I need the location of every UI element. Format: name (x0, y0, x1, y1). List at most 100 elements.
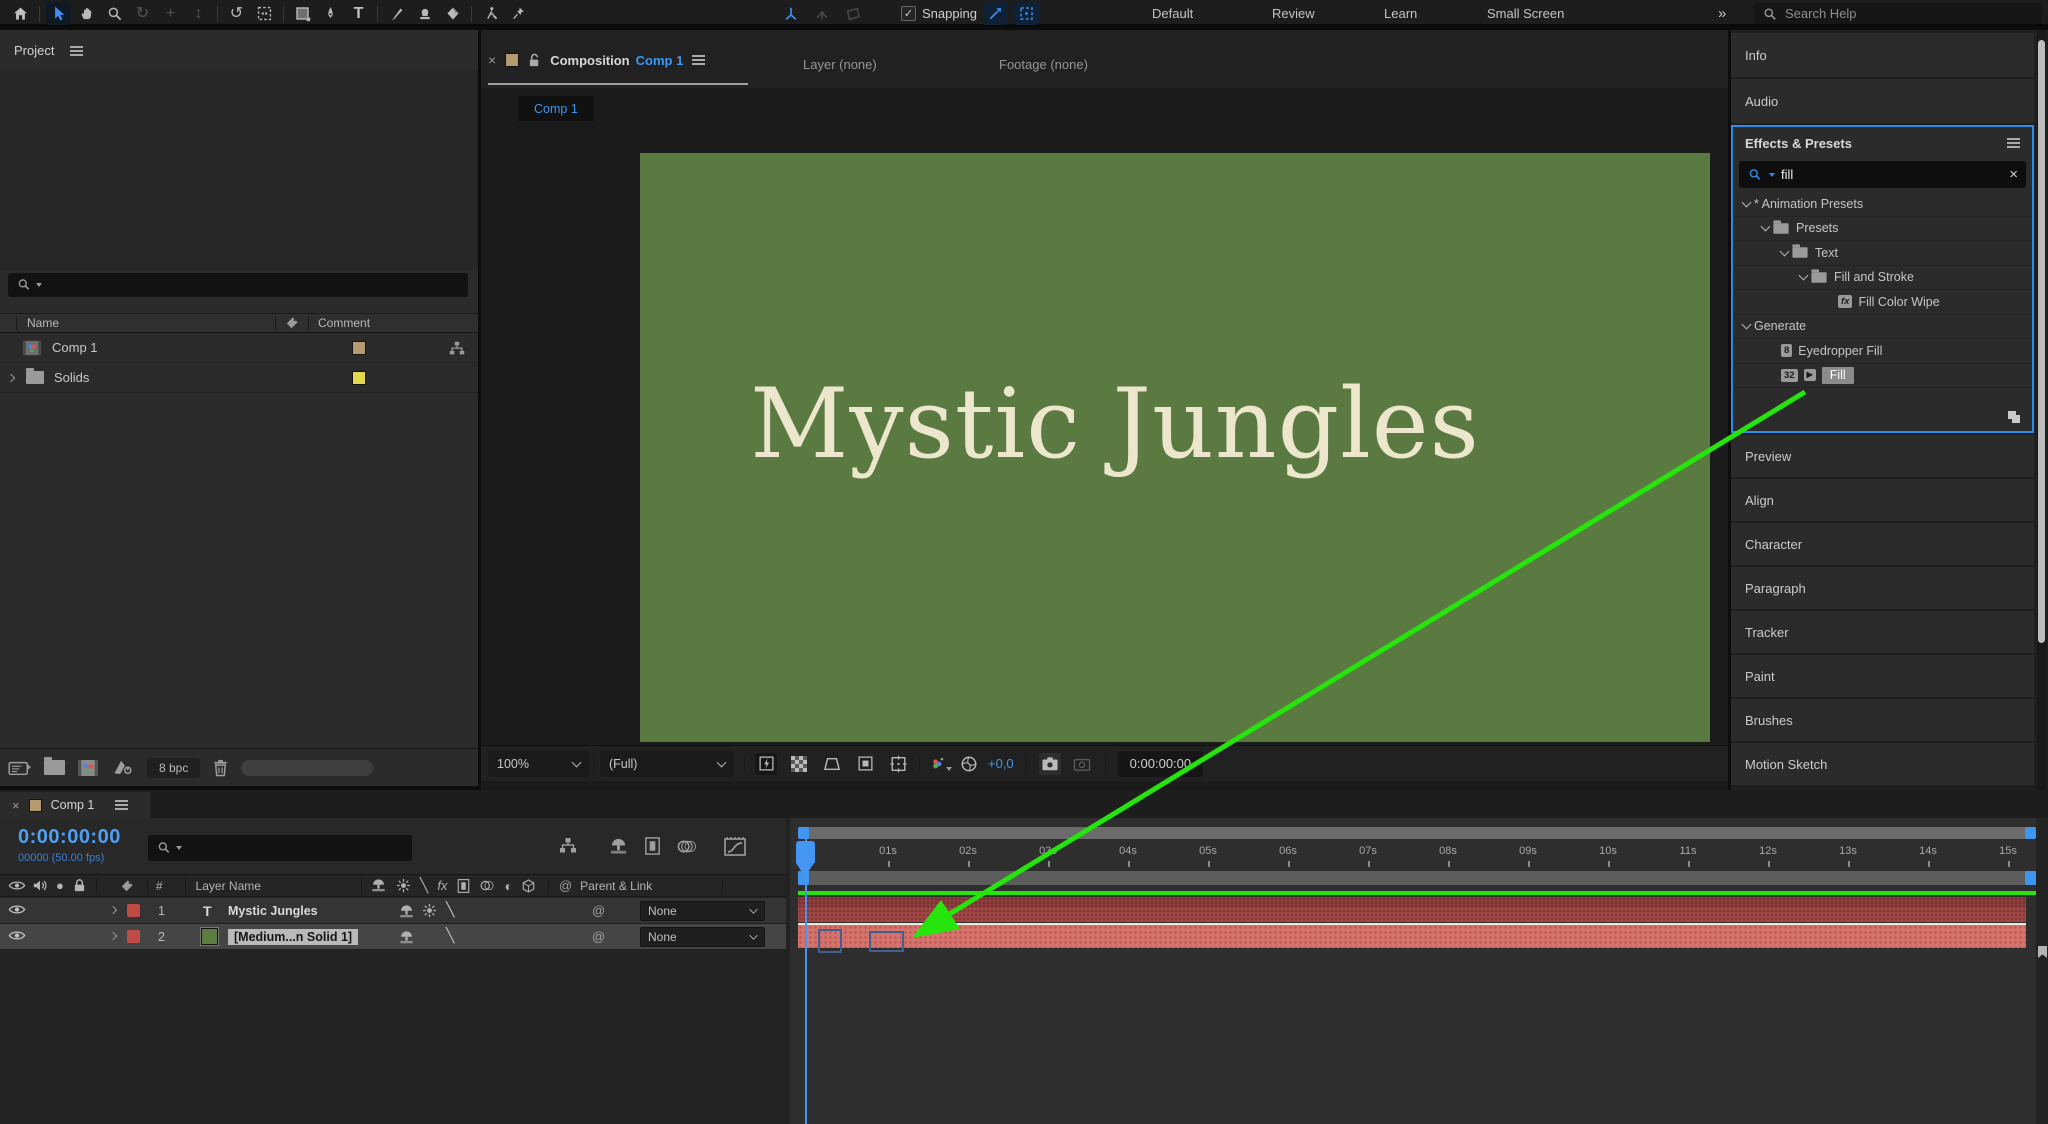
sidebar-panel-header[interactable]: Align (1731, 479, 2034, 521)
home-tool[interactable] (8, 2, 33, 25)
composition-tab-label[interactable]: Composition (550, 53, 629, 68)
sidebar-panel-header[interactable]: Brushes (1731, 699, 2034, 741)
layer-quality-switch[interactable]: ╲ (446, 927, 454, 944)
navigator-start-handle[interactable] (798, 827, 809, 839)
project-item-comp1[interactable]: Comp 1 (0, 333, 478, 363)
time-ruler[interactable]: 0s 01s 02s 03s 04s 05s 06s 07s 08s (790, 839, 2036, 869)
render-engine-icon[interactable] (111, 758, 135, 777)
workspace-tab-default[interactable]: Default (1152, 0, 1193, 27)
adjustment-layer-switch-icon[interactable]: ◐ (504, 878, 512, 894)
panel-scrollbar[interactable] (241, 759, 374, 776)
motion-blur-switch-icon[interactable] (479, 878, 496, 893)
close-icon[interactable]: × (488, 52, 496, 68)
clear-search-icon[interactable]: × (2009, 166, 2018, 183)
playhead-line[interactable] (805, 839, 807, 1124)
zoom-tool[interactable] (102, 2, 127, 25)
collapse-chevron-icon[interactable] (1779, 246, 1790, 257)
parent-dropdown[interactable]: None (640, 901, 765, 921)
effects-tree-row[interactable]: Presets (1733, 217, 2032, 241)
comp-color-swatch[interactable] (505, 53, 520, 67)
puppet-pin-tool[interactable] (506, 2, 531, 25)
close-icon[interactable]: × (12, 798, 20, 813)
column-comment[interactable]: Comment (318, 316, 370, 330)
layer-visibility-eye-icon[interactable] (8, 903, 26, 916)
project-item-label[interactable]: Comp 1 (52, 340, 98, 355)
panel-menu-icon[interactable] (692, 59, 706, 61)
hand-tool[interactable] (74, 2, 99, 25)
show-snapshot-icon[interactable] (1071, 753, 1093, 775)
layer-row[interactable]: 1 T Mystic Jungles ╲ @ None (0, 898, 786, 924)
eraser-tool[interactable] (440, 2, 465, 25)
layer-label-color[interactable] (127, 904, 140, 917)
trash-icon[interactable] (212, 758, 229, 777)
effects-tree-row[interactable]: Text (1733, 241, 2032, 266)
interpret-footage-icon[interactable] (8, 759, 32, 777)
collapse-chevron-icon[interactable] (1741, 319, 1752, 330)
panel-menu-icon[interactable] (115, 804, 129, 806)
transparency-grid-icon[interactable] (788, 753, 810, 775)
effects-tree-label[interactable]: Presets (1796, 221, 1838, 235)
parent-dropdown[interactable]: None (640, 927, 765, 947)
workspace-overflow-chevrons[interactable]: » (1718, 0, 1726, 27)
pan-camera-tool[interactable]: + (158, 2, 183, 25)
camera-tool[interactable] (252, 2, 277, 25)
current-timecode[interactable]: 0:00:00:00 (18, 826, 121, 849)
timeline-search-box[interactable] (148, 835, 412, 861)
motion-blur-icon[interactable] (676, 837, 697, 856)
comp-current-time[interactable]: 0:00:00:00 (1117, 750, 1204, 777)
work-area-end-handle[interactable] (2025, 871, 2036, 885)
label-color-swatch[interactable] (352, 341, 366, 355)
resize-corner-icon[interactable] (2006, 409, 2022, 425)
fast-previews-icon[interactable] (755, 752, 777, 775)
layer-name-column-header[interactable]: Layer Name (196, 879, 261, 893)
layer-name[interactable]: [Medium...n Solid 1] (228, 928, 359, 945)
unlock-icon[interactable] (528, 53, 541, 68)
effects-tree-label[interactable]: Fill and Stroke (1834, 270, 1914, 284)
time-navigator-bar[interactable] (798, 827, 2036, 839)
dolly-camera-tool[interactable]: ↕ (186, 2, 211, 25)
region-of-interest-icon[interactable] (821, 753, 843, 775)
timeline-track-area[interactable]: 0s 01s 02s 03s 04s 05s 06s 07s 08s (790, 818, 2036, 1124)
video-column-eye-icon[interactable] (8, 879, 26, 892)
project-columns-header[interactable]: Name Comment (0, 313, 478, 333)
effects-search-box[interactable]: × (1739, 161, 2026, 188)
bit-depth-button[interactable]: 8 bpc (147, 757, 201, 778)
solo-column-icon[interactable]: ● (56, 878, 64, 893)
effects-tree-row[interactable]: Fill and Stroke (1733, 266, 2032, 290)
workspace-tab-review[interactable]: Review (1272, 0, 1315, 27)
snap-beyond-range-button[interactable] (1013, 2, 1039, 25)
new-folder-icon[interactable] (44, 757, 65, 775)
effects-tree-row[interactable]: fx Fill Color Wipe (1733, 290, 2032, 315)
effects-tree-label[interactable]: Generate (1754, 319, 1806, 333)
workspace-tab-learn[interactable]: Learn (1384, 0, 1417, 27)
layer-bar-1[interactable] (798, 897, 2026, 922)
layer-label-color[interactable] (127, 930, 140, 943)
layer-pickwhip-icon[interactable]: @ (592, 929, 605, 944)
rotate-tool[interactable]: ↺ (224, 2, 249, 25)
comp-breadcrumb[interactable]: Comp 1 (518, 96, 594, 121)
selection-tool[interactable] (46, 2, 71, 25)
new-composition-icon[interactable] (77, 759, 99, 777)
composition-viewer-tab[interactable]: × Composition Comp 1 (488, 52, 706, 68)
comp-marker-bin-icon[interactable] (2038, 946, 2047, 958)
collapse-switch-sun-icon[interactable] (396, 878, 411, 893)
project-panel-title[interactable]: Project (14, 43, 54, 58)
snapping-checkbox[interactable]: ✓ (901, 6, 916, 21)
help-search-box[interactable] (1754, 3, 2042, 24)
effects-tree-row[interactable]: 32 ▶ Fill (1733, 364, 2032, 388)
effects-tree-label[interactable]: Eyedropper Fill (1798, 344, 1882, 358)
expand-chevron-icon[interactable] (6, 373, 16, 382)
effects-tree-label[interactable]: * Animation Presets (1754, 197, 1863, 211)
shy-toggle-icon[interactable] (608, 837, 629, 856)
brush-tool[interactable] (384, 2, 409, 25)
timeline-comp-tab[interactable]: × Comp 1 (0, 792, 150, 818)
frame-blending-icon[interactable] (643, 836, 662, 856)
layer-collapse-switch[interactable] (422, 903, 437, 918)
3d-layer-switch-icon[interactable] (521, 878, 536, 894)
project-item-solids[interactable]: Solids (0, 363, 478, 393)
collapse-chevron-icon[interactable] (1760, 221, 1771, 232)
world-axis-mode-icon[interactable] (809, 2, 834, 25)
grid-guides-icon[interactable] (887, 753, 909, 775)
layer-name[interactable]: Mystic Jungles (228, 904, 318, 918)
orbit-camera-tool[interactable]: ↻ (130, 2, 155, 25)
